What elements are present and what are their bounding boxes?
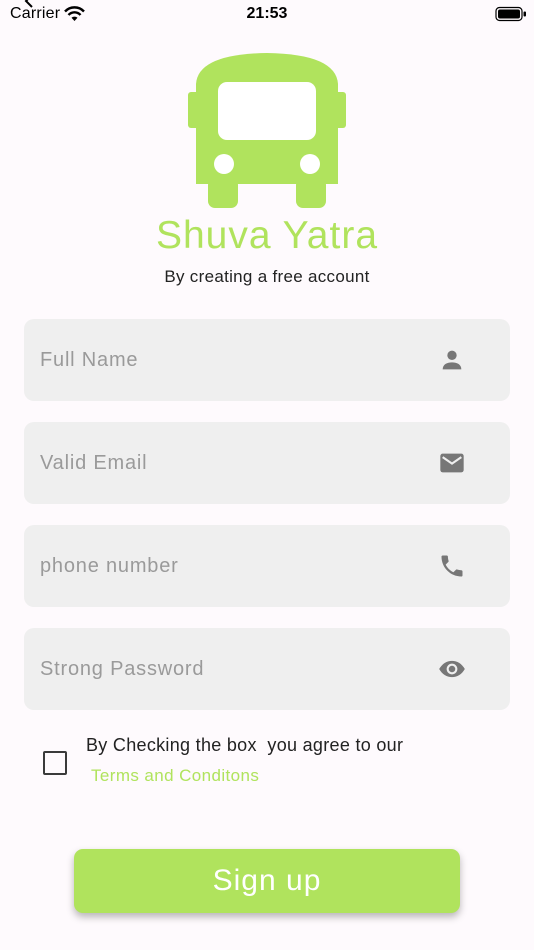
bus-icon [188,53,346,208]
status-bar: Carrier 21:53 [0,0,534,30]
signup-button[interactable]: Sign up [74,849,460,913]
full-name-field[interactable] [24,319,510,401]
email-field[interactable] [24,422,510,504]
battery-icon [495,6,526,22]
full-name-input[interactable] [40,319,430,401]
agreement-text: By Checking the box you agree to our [86,735,404,755]
person-icon [442,350,462,370]
app-subtitle: By creating a free account [164,267,370,286]
phone-field[interactable] [24,525,510,607]
phone-input[interactable] [40,525,430,607]
terms-checkbox[interactable] [43,751,67,775]
mail-icon [440,453,464,473]
eye-icon[interactable] [438,655,466,683]
phone-icon [441,555,463,577]
password-input[interactable] [40,628,430,710]
clock: 21:53 [246,5,288,22]
app-title: Shuva Yatra [155,214,379,257]
password-field[interactable] [24,628,510,710]
email-input[interactable] [40,422,430,504]
terms-link[interactable]: Terms and Conditons [91,766,259,786]
